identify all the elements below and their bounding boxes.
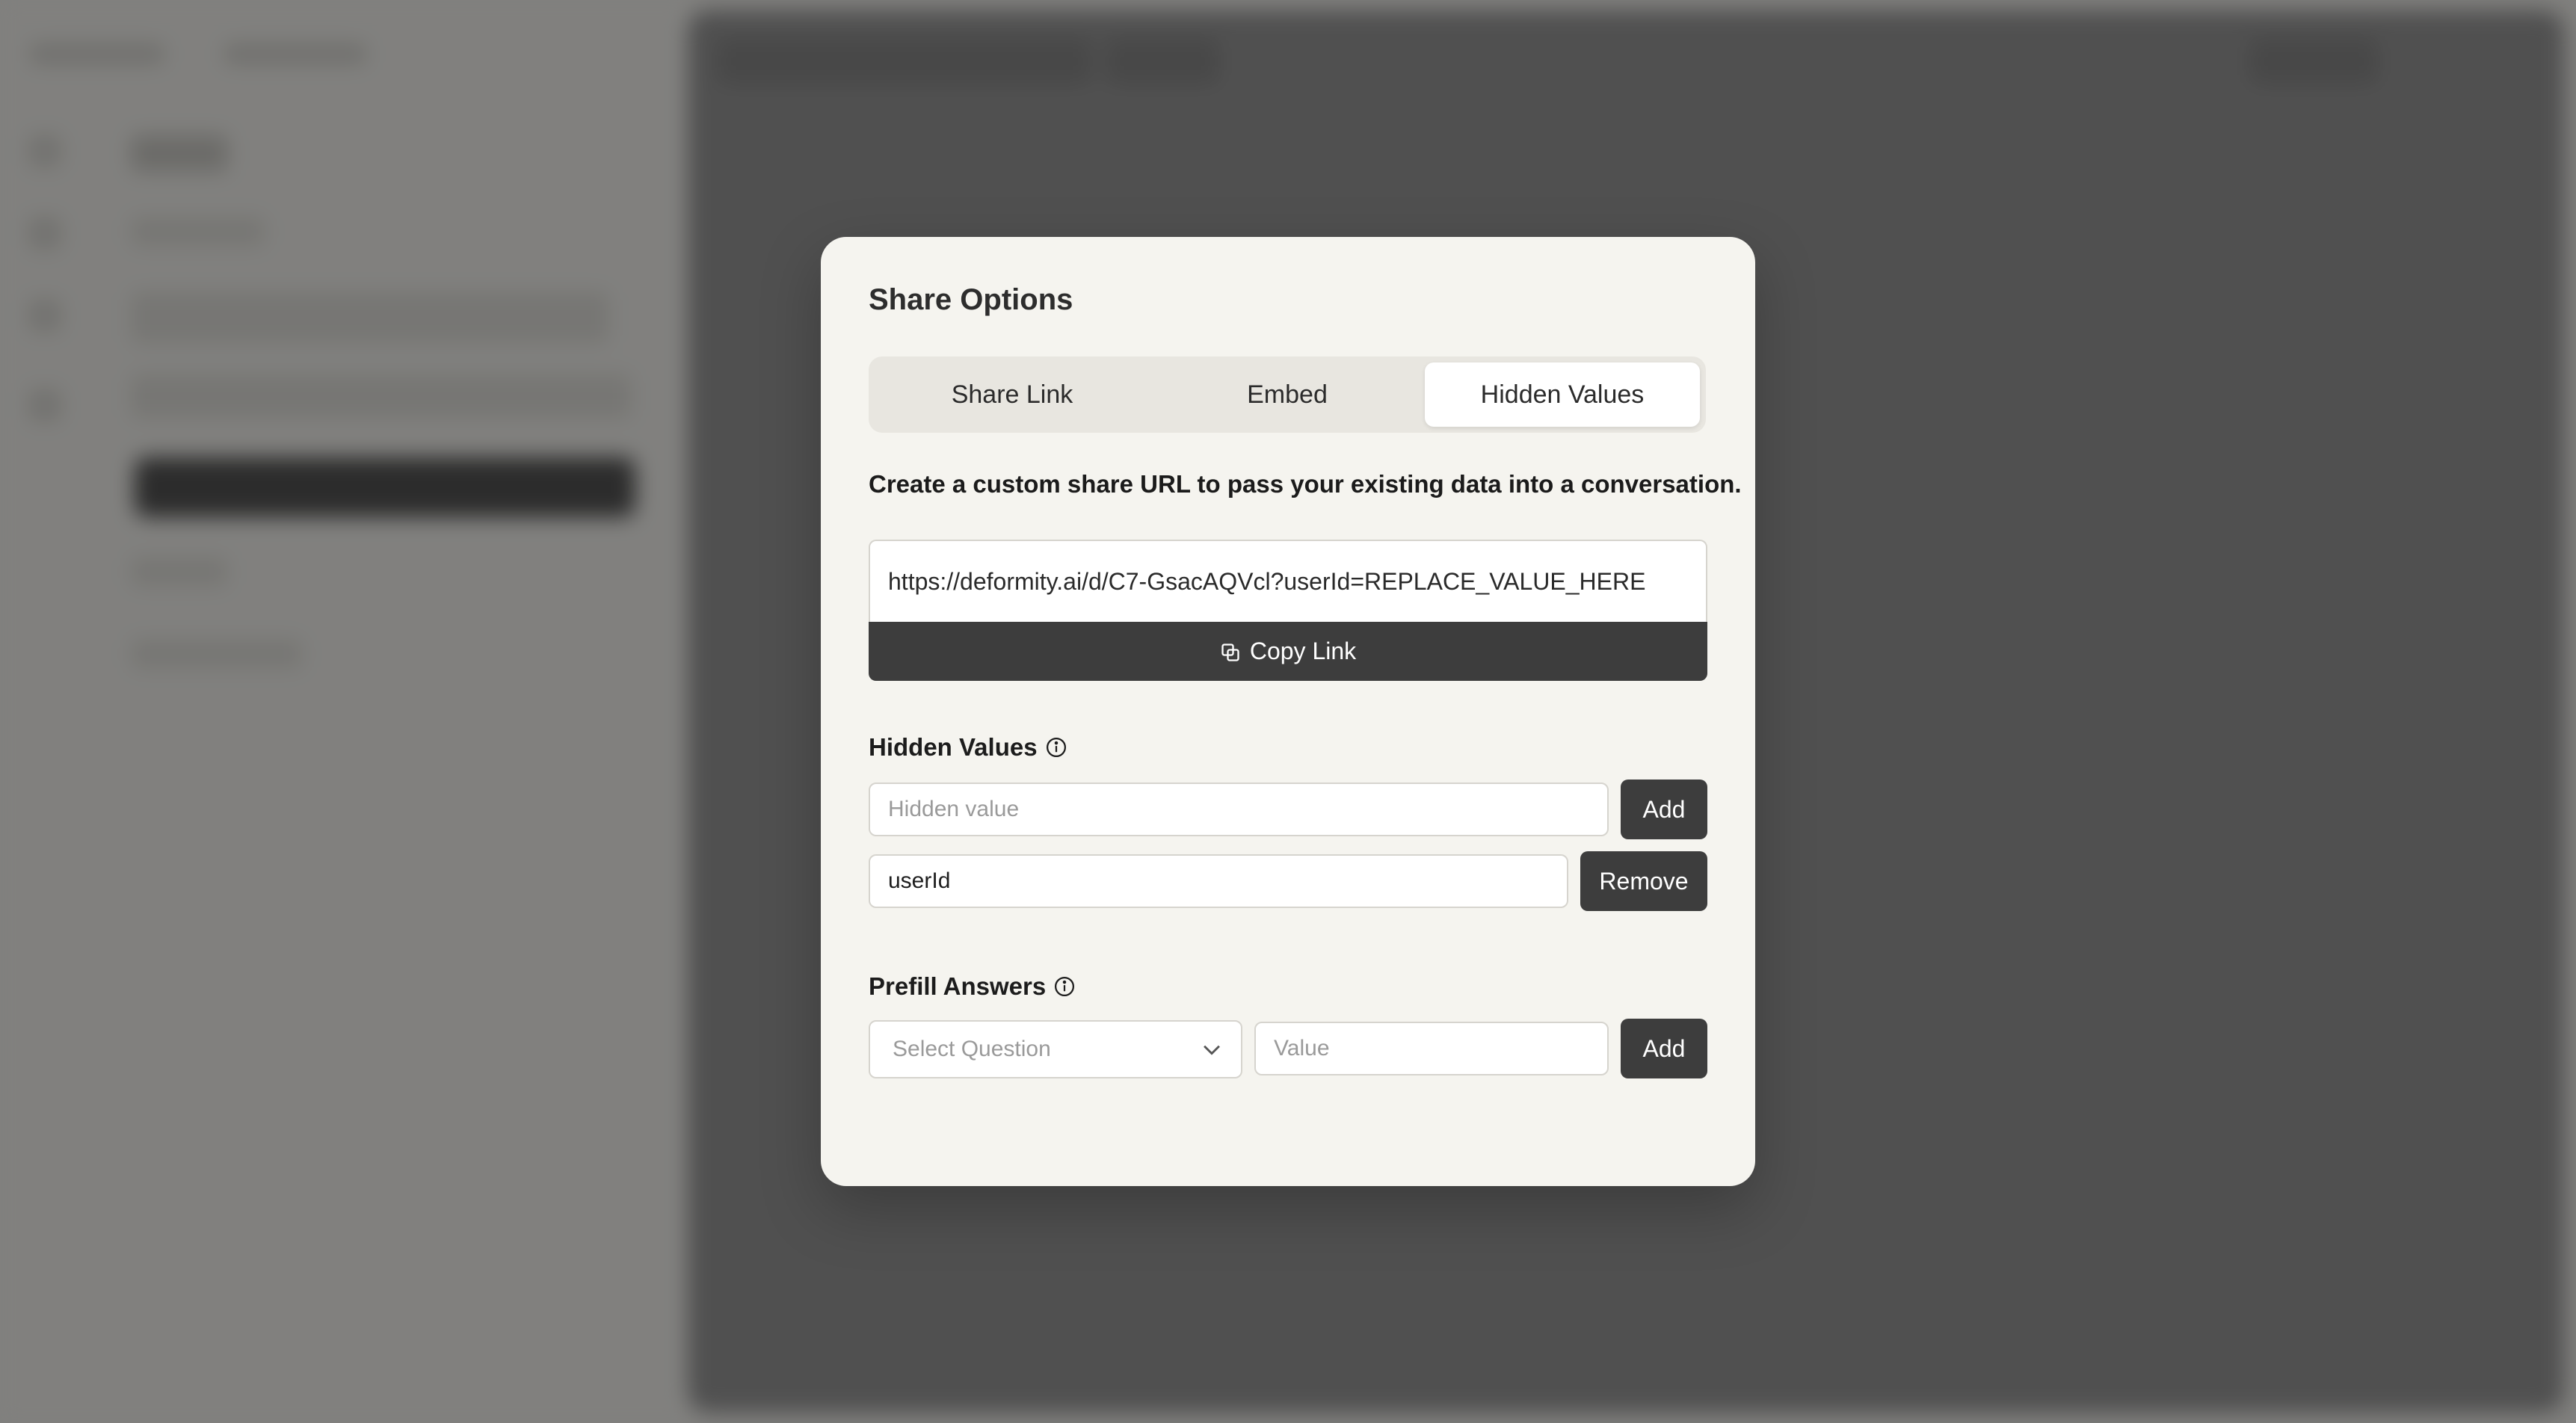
prefill-value-input[interactable]: Value [1254,1022,1609,1075]
hidden-values-label: Hidden Values [869,733,1038,761]
share-tabs: Share Link Embed Hidden Values [869,356,1706,433]
hidden-value-placeholder: Hidden value [888,797,1020,821]
copy-link-button[interactable]: Copy Link [869,622,1707,681]
select-question-dropdown[interactable]: Select Question [869,1020,1242,1078]
hidden-values-heading: Hidden Values [869,733,1067,762]
share-options-modal: Share Options Share Link Embed Hidden Va… [821,237,1755,1186]
tab-share-link[interactable]: Share Link [875,362,1150,427]
prefill-answers-heading: Prefill Answers [869,972,1076,1001]
remove-hidden-value-button[interactable]: Remove [1580,851,1707,911]
tab-hidden-values[interactable]: Hidden Values [1425,362,1700,427]
chevron-down-icon [1199,1037,1224,1062]
share-url-field[interactable]: https://deformity.ai/d/C7-GsacAQVcl?user… [869,540,1707,622]
hidden-value-input[interactable]: Hidden value [869,783,1609,836]
add-hidden-value-button[interactable]: Add [1621,780,1707,839]
copy-icon [1220,641,1241,662]
hidden-value-item-input[interactable]: userId [869,854,1568,908]
copy-link-label: Copy Link [1249,638,1357,664]
prefill-answers-label: Prefill Answers [869,972,1047,1000]
modal-title: Share Options [869,283,1073,316]
tab-embed[interactable]: Embed [1150,362,1425,427]
info-icon[interactable] [1045,736,1067,759]
add-prefill-button[interactable]: Add [1621,1019,1707,1078]
share-description: Create a custom share URL to pass your e… [869,470,1742,498]
select-question-placeholder: Select Question [893,1037,1051,1061]
info-icon[interactable] [1053,975,1076,998]
prefill-value-placeholder: Value [1274,1036,1330,1061]
hidden-value-item-text: userId [888,868,951,893]
